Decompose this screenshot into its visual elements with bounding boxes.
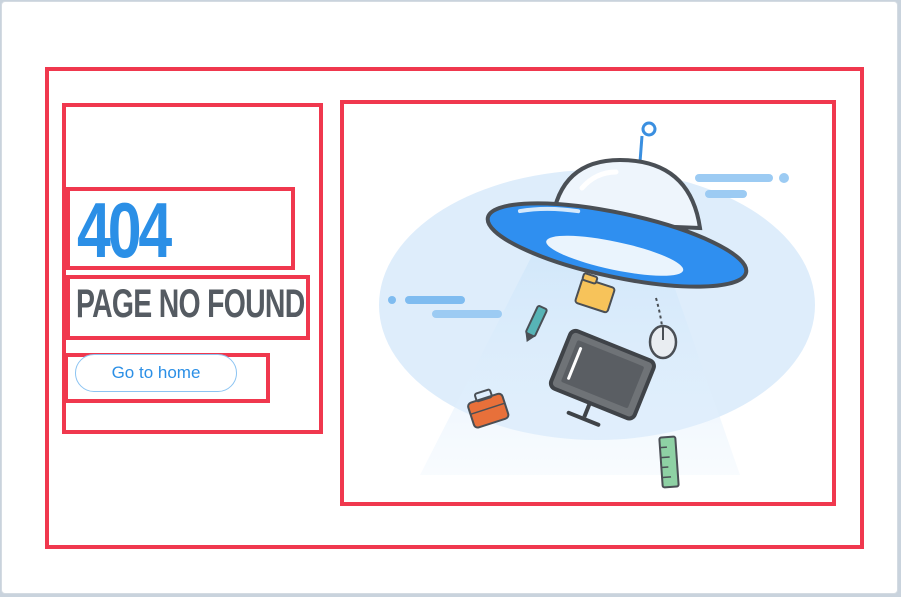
error-code: 404 xyxy=(77,186,172,274)
error-message: PAGE NO FOUND xyxy=(76,282,305,326)
cloud-right xyxy=(695,173,789,198)
ufo-icon xyxy=(379,121,815,489)
ruler-icon xyxy=(658,435,680,489)
go-home-button[interactable]: Go to home xyxy=(75,354,237,392)
antenna xyxy=(638,121,657,163)
